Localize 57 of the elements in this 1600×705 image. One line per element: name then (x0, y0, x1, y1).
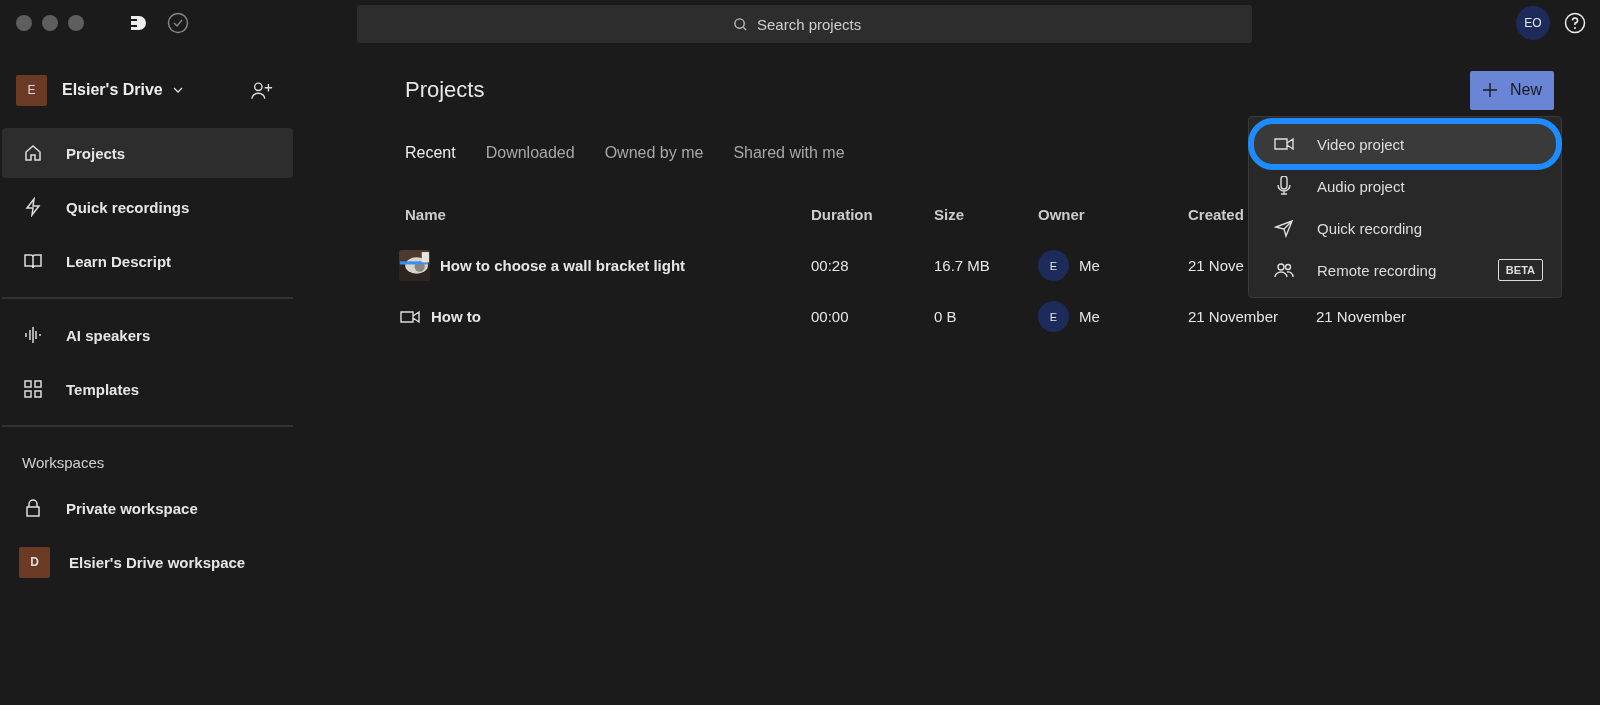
sidebar-item[interactable]: AI speakers (2, 310, 293, 360)
plus-icon (1482, 82, 1498, 98)
owner-avatar: E (1038, 250, 1069, 281)
help-icon[interactable] (1564, 12, 1586, 34)
tab[interactable]: Owned by me (592, 136, 716, 170)
app-logo-icon[interactable] (128, 13, 148, 33)
drive-switcher[interactable]: Elsier's Drive (62, 81, 183, 99)
new-button[interactable]: New (1470, 70, 1554, 110)
sidebar-item[interactable]: Quick recordings (2, 182, 293, 232)
search-field[interactable]: Search projects (357, 5, 1252, 43)
column-header[interactable]: Name (405, 205, 446, 223)
window-maximize-button[interactable] (68, 15, 84, 31)
tab[interactable]: Recent (393, 136, 468, 170)
table-cell: 21 Nove (1188, 257, 1244, 274)
menu-item[interactable]: Quick recording (1253, 207, 1557, 249)
table-cell: 21 November (1316, 308, 1407, 325)
column-header[interactable]: Size (934, 205, 964, 223)
beta-badge: BETA (1497, 259, 1543, 281)
sidebar-item[interactable]: Templates (2, 364, 293, 414)
project-name[interactable]: How to choose a wall bracket light (440, 257, 686, 274)
owner-avatar: E (1038, 301, 1069, 332)
home-icon (22, 143, 44, 163)
add-user-icon[interactable] (251, 80, 273, 100)
tab[interactable]: Downloaded (473, 136, 587, 170)
table-cell: 0 B (934, 308, 957, 325)
table-cell: 00:28 (811, 257, 849, 274)
chevron-down-icon (172, 87, 183, 93)
workspace-item[interactable]: Private workspace (2, 483, 293, 533)
owner-name: Me (1079, 308, 1100, 325)
drive-avatar: E (16, 74, 47, 106)
check-circle-icon[interactable] (167, 12, 189, 34)
search-icon (733, 17, 748, 32)
menu-item[interactable]: Remote recording BETA (1253, 249, 1557, 291)
workspace-item[interactable]: D Elsier's Drive workspace (2, 537, 293, 587)
workspace-avatar: D (19, 546, 50, 578)
grid-icon (22, 379, 44, 399)
table-cell: 16.7 MB (934, 257, 990, 274)
window-minimize-button[interactable] (42, 15, 58, 31)
menu-item[interactable]: Audio project (1253, 165, 1557, 207)
paper-plane-icon (1273, 218, 1295, 238)
sidebar-item[interactable]: Learn Descript (2, 236, 293, 286)
people-icon (1273, 260, 1295, 280)
waveform-icon (22, 325, 44, 345)
sidebar-item[interactable]: Projects (2, 128, 293, 178)
column-header[interactable]: Duration (811, 205, 873, 223)
table-cell: 00:00 (811, 308, 849, 325)
window-close-button[interactable] (16, 15, 32, 31)
tab[interactable]: Shared with me (721, 136, 857, 170)
column-header[interactable]: Created (1188, 205, 1244, 223)
owner-name: Me (1079, 257, 1100, 274)
table-cell: 21 November (1188, 308, 1279, 325)
book-icon (22, 251, 44, 271)
section-heading: Workspaces (21, 453, 106, 473)
column-header[interactable]: Owner (1038, 205, 1085, 223)
project-name[interactable]: How to (431, 308, 481, 325)
page-title: Projects (405, 77, 485, 103)
user-avatar[interactable]: EO (1516, 6, 1550, 40)
